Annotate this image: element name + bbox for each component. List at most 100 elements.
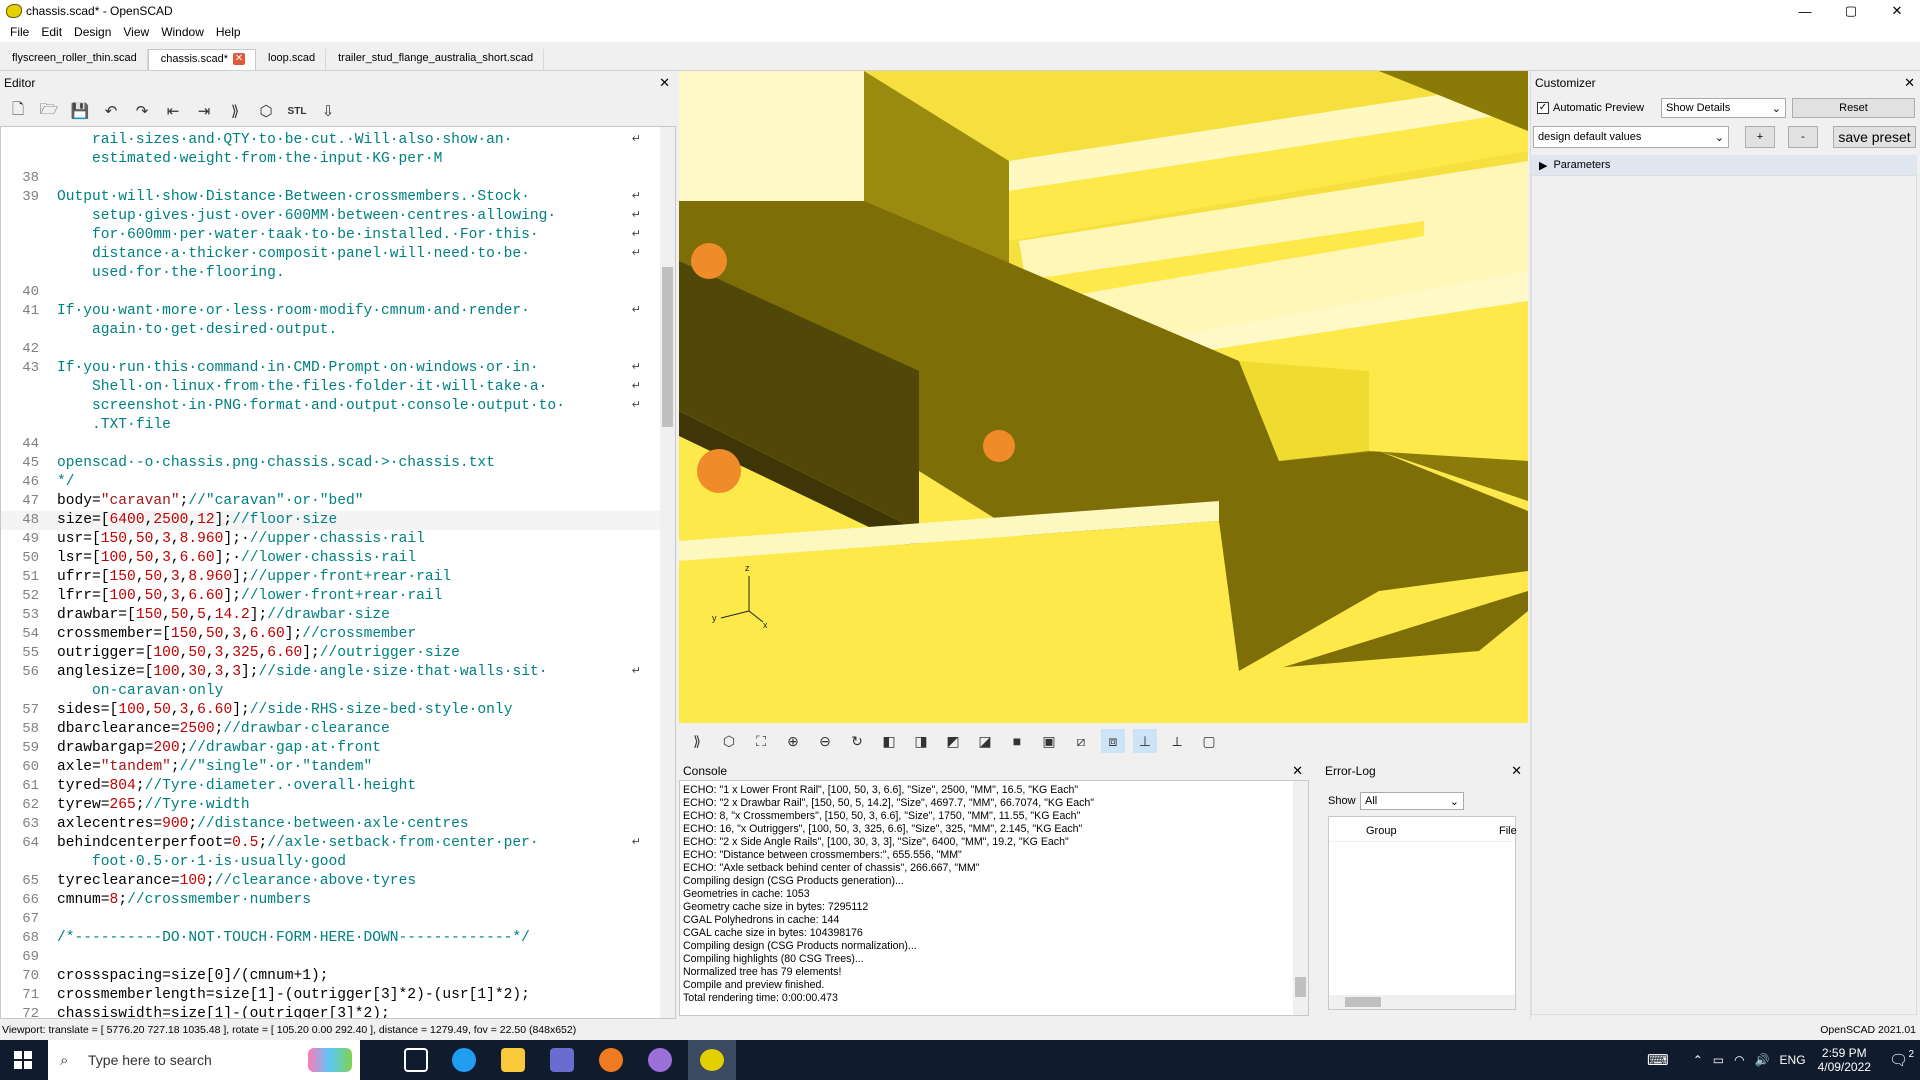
code-line[interactable]: 67 xyxy=(1,910,661,929)
preview-icon[interactable]: ⟫ xyxy=(685,729,709,753)
menu-help[interactable]: Help xyxy=(210,25,247,39)
show-edges-icon[interactable]: ▢ xyxy=(1197,729,1221,753)
menu-window[interactable]: Window xyxy=(155,25,210,39)
undo-icon[interactable]: ↶ xyxy=(99,99,123,123)
view-all-icon[interactable]: ⛶ xyxy=(749,729,773,753)
errorlog-show-select[interactable]: All ⌄ xyxy=(1360,792,1464,810)
volume-icon[interactable]: 🔊 xyxy=(1755,1053,1770,1067)
new-file-icon[interactable]: 🗋 xyxy=(6,99,30,123)
view-front-icon[interactable]: ■ xyxy=(1005,729,1029,753)
console-close-button[interactable]: ✕ xyxy=(1292,763,1303,779)
maximize-button[interactable]: ▢ xyxy=(1828,0,1874,22)
preset-select[interactable]: design default values ⌄ xyxy=(1533,126,1729,148)
code-line[interactable]: 68 /*----------DO·NOT·TOUCH·FORM·HERE·DOW… xyxy=(1,929,661,948)
zoom-out-icon[interactable]: ⊖ xyxy=(813,729,837,753)
save-file-icon[interactable]: 💾 xyxy=(68,99,92,123)
task-view-icon[interactable] xyxy=(404,1048,428,1072)
show-details-select[interactable]: Show Details ⌄ xyxy=(1661,98,1786,118)
zoom-in-icon[interactable]: ⊕ xyxy=(781,729,805,753)
code-line[interactable]: 64 behindcenterperfoot=0.5;//axle·setback… xyxy=(1,834,661,853)
code-line[interactable]: 41 If·you·want·more·or·less·room·modify·c… xyxy=(1,302,661,321)
console-scrollbar[interactable] xyxy=(1293,781,1308,1015)
add-preset-button[interactable]: + xyxy=(1745,126,1775,148)
code-line[interactable]: Shell·on·linux·from·the·files·folder·it·… xyxy=(1,378,661,397)
code-line[interactable]: 61 tyred=804;//Tyre·diameter.·overall·hei… xyxy=(1,777,661,796)
code-line[interactable]: 69 xyxy=(1,948,661,967)
view-back-icon[interactable]: ▣ xyxy=(1037,729,1061,753)
chevron-up-icon[interactable]: ⌃ xyxy=(1693,1053,1703,1067)
parameters-group[interactable]: ▶ Parameters xyxy=(1531,155,1917,175)
code-line[interactable]: again·to·get·desired·output. xyxy=(1,321,661,340)
close-window-button[interactable]: ✕ xyxy=(1874,0,1920,22)
view-left-icon[interactable]: ◪ xyxy=(973,729,997,753)
code-line[interactable]: 60 axle="tandem";//"single"·or·"tandem" xyxy=(1,758,661,777)
tab-chassis[interactable]: chassis.scad* ✕ xyxy=(147,49,256,70)
keyboard-icon[interactable]: ⌨ xyxy=(1647,1051,1669,1069)
xampp-icon[interactable] xyxy=(599,1048,623,1072)
code-line[interactable]: 58 dbarclearance=2500;//drawbar·clearance xyxy=(1,720,661,739)
app-icon[interactable] xyxy=(648,1048,672,1072)
auto-preview-checkbox[interactable]: ✓ xyxy=(1537,102,1549,114)
code-line[interactable]: 53 drawbar=[150,50,5,14.2];//drawbar·size xyxy=(1,606,661,625)
code-line[interactable]: 65 tyreclearance=100;//clearance·above·ty… xyxy=(1,872,661,891)
editor-scrollbar[interactable] xyxy=(660,127,675,1018)
wifi-icon[interactable]: ◠ xyxy=(1734,1053,1744,1067)
tab-flyscreen[interactable]: flyscreen_roller_thin.scad xyxy=(0,49,148,70)
render-icon[interactable]: ⬡ xyxy=(717,729,741,753)
redo-icon[interactable]: ↷ xyxy=(130,99,154,123)
code-line[interactable]: 46 */ xyxy=(1,473,661,492)
code-line[interactable]: 62 tyrew=265;//Tyre·width xyxy=(1,796,661,815)
start-icon[interactable] xyxy=(14,1051,32,1069)
orthogonal-icon[interactable]: ⧈ xyxy=(1101,729,1125,753)
code-line[interactable]: 72 chassiswidth=size[1]-(outrigger[3]*2); xyxy=(1,1005,661,1018)
render-icon[interactable]: ⬡ xyxy=(254,99,278,123)
errorlog-hscrollbar[interactable] xyxy=(1329,995,1515,1009)
code-line[interactable]: on-caravan·only xyxy=(1,682,661,701)
code-line[interactable]: 47 body="caravan";//"caravan"·or·"bed" xyxy=(1,492,661,511)
code-line[interactable]: foot·0.5·or·1·is·usually·good xyxy=(1,853,661,872)
send-to-print-icon[interactable]: ⇩ xyxy=(316,99,340,123)
minimize-button[interactable]: — xyxy=(1782,0,1828,22)
notification-icon[interactable]: 🗨 2 xyxy=(1889,1049,1914,1069)
code-line[interactable]: rail·sizes·and·QTY·to·be·cut.·Will·also·… xyxy=(1,131,661,150)
openscad-taskbar-button[interactable] xyxy=(688,1040,736,1080)
open-file-icon[interactable]: 🗁 xyxy=(37,99,61,123)
view-bottom-icon[interactable]: ◩ xyxy=(941,729,965,753)
code-line[interactable]: for·600mm·per·water·taak·to·be·installed… xyxy=(1,226,661,245)
tab-trailer-stud[interactable]: trailer_stud_flange_australia_short.scad xyxy=(326,49,545,70)
code-line[interactable]: 39 Output·will·show·Distance·Between·cros… xyxy=(1,188,661,207)
preview-icon[interactable]: ⟫ xyxy=(223,99,247,123)
code-line[interactable]: 59 drawbargap=200;//drawbar·gap·at·front xyxy=(1,739,661,758)
tab-close-icon[interactable]: ✕ xyxy=(233,53,245,65)
indent-icon[interactable]: ⇥ xyxy=(192,99,216,123)
menu-design[interactable]: Design xyxy=(68,25,117,39)
clock[interactable]: 2:59 PM 4/09/2022 xyxy=(1818,1046,1871,1074)
code-line[interactable]: estimated·weight·from·the·input·KG·per·M xyxy=(1,150,661,169)
view-top-icon[interactable]: ◨ xyxy=(909,729,933,753)
code-line[interactable]: screenshot·in·PNG·format·and·output·cons… xyxy=(1,397,661,416)
unindent-icon[interactable]: ⇤ xyxy=(161,99,185,123)
file-explorer-icon[interactable] xyxy=(501,1048,525,1072)
3d-viewport[interactable]: z y x xyxy=(679,71,1528,723)
code-editor[interactable]: rail·sizes·and·QTY·to·be·cut.·Will·also·… xyxy=(0,126,676,1019)
code-line[interactable]: 63 axlecentres=900;//distance·between·axl… xyxy=(1,815,661,834)
code-line[interactable]: 70 crossspacing=size[0]/(cmnum+1); xyxy=(1,967,661,986)
code-line[interactable]: 42 xyxy=(1,340,661,359)
menu-view[interactable]: View xyxy=(117,25,155,39)
errorlog-close-button[interactable]: ✕ xyxy=(1511,763,1522,779)
code-line[interactable]: 55 outrigger=[100,50,3,325,6.60];//outrig… xyxy=(1,644,661,663)
code-line[interactable]: 48 size=[6400,2500,12];//floor·size xyxy=(1,511,661,530)
code-line[interactable]: 51 ufrr=[150,50,3,8.960];//upper·front+re… xyxy=(1,568,661,587)
code-line[interactable]: 45 openscad·-o·chassis.png·chassis.scad·>… xyxy=(1,454,661,473)
code-line[interactable]: 54 crossmember=[150,50,3,6.60];//crossmem… xyxy=(1,625,661,644)
console-scroll-thumb[interactable] xyxy=(1295,977,1306,997)
code-line[interactable]: 44 xyxy=(1,435,661,454)
network-icon[interactable]: ▭ xyxy=(1713,1053,1724,1067)
code-line[interactable]: 71 crossmemberlength=size[1]-(outrigger[3… xyxy=(1,986,661,1005)
language-indicator[interactable]: ENG xyxy=(1780,1053,1806,1067)
code-line[interactable]: 43 If·you·run·this·command·in·CMD·Prompt·… xyxy=(1,359,661,378)
remove-preset-button[interactable]: - xyxy=(1788,126,1818,148)
tab-loop[interactable]: loop.scad xyxy=(256,49,327,70)
console-output[interactable]: ECHO: "1 x Lower Front Rail", [100, 50, … xyxy=(679,780,1309,1016)
taskbar-search[interactable]: ⌕ Type here to search xyxy=(48,1040,360,1080)
